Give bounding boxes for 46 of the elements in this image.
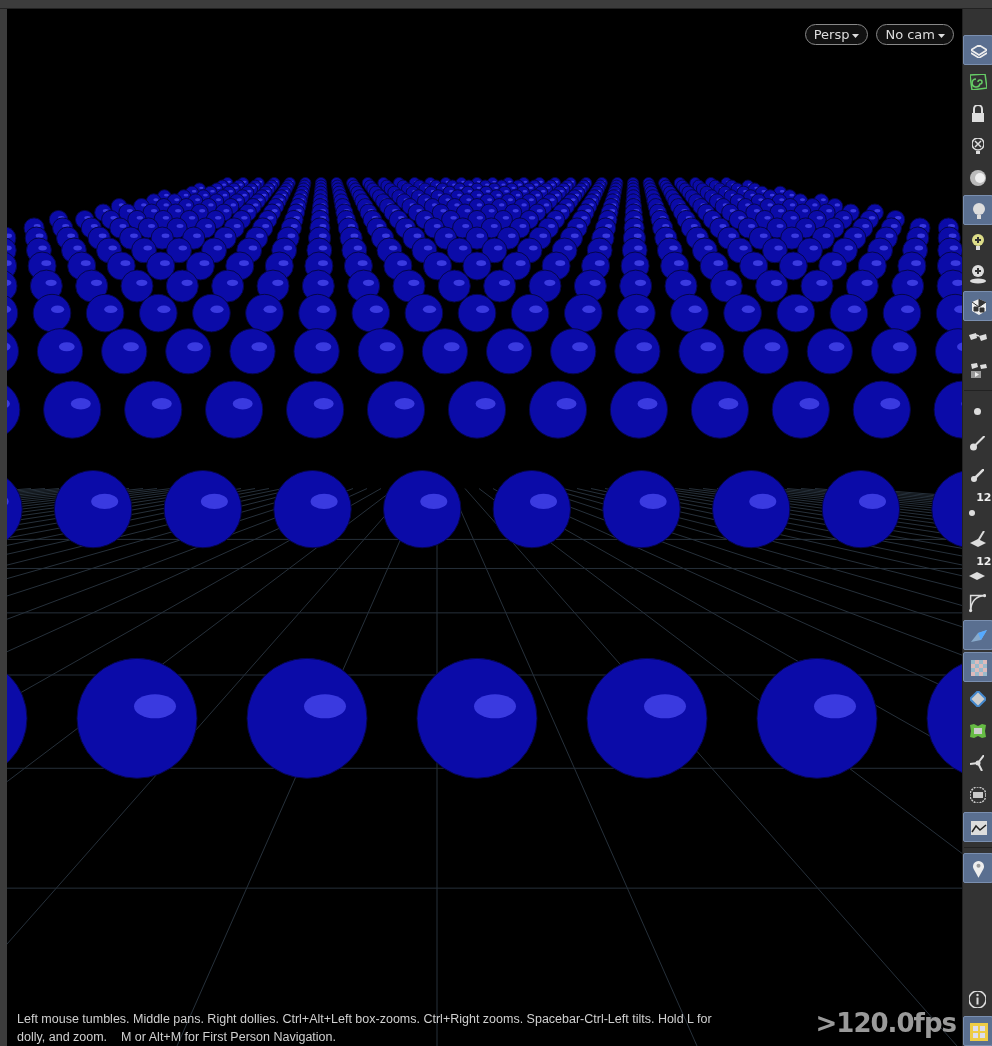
plane-brush-icon bbox=[969, 531, 986, 547]
dot-number-icon bbox=[968, 510, 975, 516]
bulb-x-icon bbox=[971, 138, 984, 154]
cube-icon bbox=[971, 299, 986, 315]
view-menu-button[interactable]: Persp bbox=[804, 24, 869, 45]
image-tool-button[interactable] bbox=[962, 812, 992, 842]
tripod-icon bbox=[969, 755, 984, 771]
headlight-icon bbox=[969, 170, 986, 186]
curve-icon bbox=[968, 594, 987, 613]
pin-dot-icon bbox=[970, 469, 984, 482]
brush-icon bbox=[970, 436, 985, 451]
image-icon bbox=[970, 821, 987, 835]
layers-icon bbox=[970, 45, 987, 58]
bulb-disc-icon bbox=[969, 265, 986, 284]
patch-icon bbox=[969, 724, 986, 738]
navigation-hint: dolly, and zoom. M or Alt+M for First Person Navigation. bbox=[17, 1029, 337, 1046]
cube-tool-button[interactable] bbox=[962, 291, 992, 321]
grid-icon bbox=[969, 1023, 988, 1041]
count-label: 12 bbox=[976, 555, 992, 568]
count-label: 12 bbox=[976, 491, 992, 504]
bulb-icon bbox=[972, 203, 985, 219]
glasses-play-icon bbox=[970, 363, 987, 378]
wedge-icon bbox=[970, 630, 987, 642]
pin-tool-button[interactable] bbox=[962, 853, 992, 883]
caret-icon bbox=[852, 33, 860, 38]
dot-icon bbox=[974, 407, 981, 415]
grid-tool-button[interactable] bbox=[962, 1016, 992, 1046]
checker-icon bbox=[970, 660, 987, 676]
navigation-hint: Left mouse tumbles. Middle pans. Right dollies. Ctrl+Alt+Left box-zooms. Ctrl+Right zooms. Spacebar-Ctrl-Left tilts. Hold L for bbox=[17, 1011, 712, 1028]
layers-tool-button[interactable] bbox=[962, 35, 992, 65]
plane-number-icon bbox=[968, 572, 985, 580]
checker-tool-button[interactable] bbox=[962, 652, 992, 682]
spiral-icon bbox=[969, 74, 987, 90]
lock-icon bbox=[971, 105, 984, 122]
bulb-plus-icon bbox=[971, 234, 984, 250]
glasses-icon bbox=[968, 333, 987, 341]
plane-number-tool-button[interactable]: 12 bbox=[962, 556, 992, 586]
caret-icon bbox=[938, 33, 945, 38]
info-icon bbox=[969, 990, 986, 1008]
fps-readout: >120.0fps bbox=[815, 1008, 956, 1038]
bulb-tool-button[interactable] bbox=[962, 195, 992, 225]
camera-menu-button[interactable]: No cam bbox=[876, 24, 954, 45]
diamond-icon bbox=[969, 691, 986, 707]
pin-icon bbox=[973, 861, 984, 878]
dot-number-tool-button[interactable]: 12 bbox=[962, 492, 992, 522]
wedge-tool-button[interactable] bbox=[962, 620, 992, 650]
